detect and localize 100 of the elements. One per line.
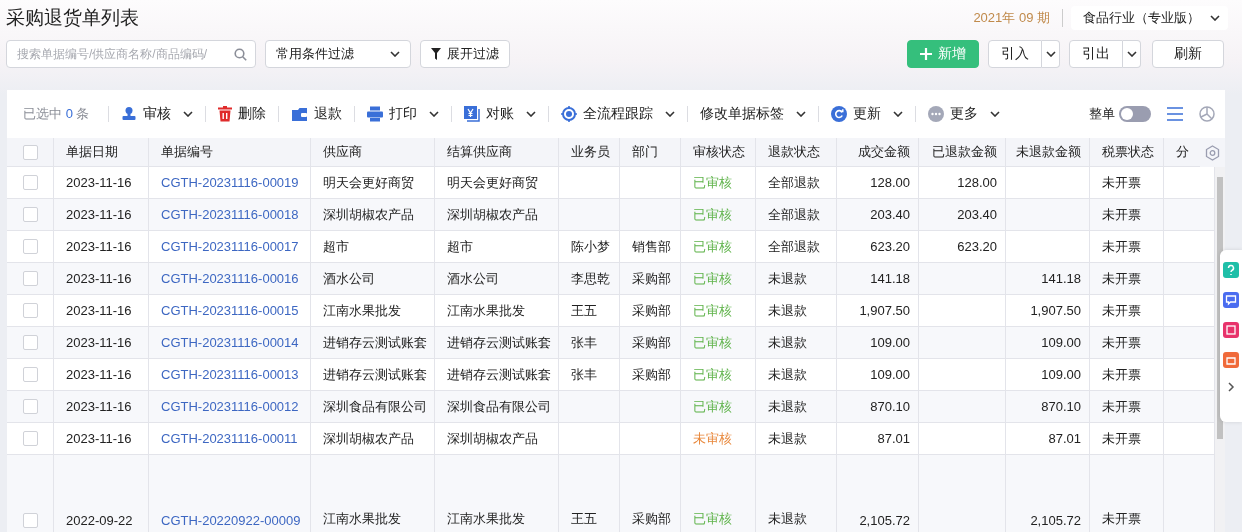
search-icon — [234, 47, 247, 61]
table-cell: 进销存云测试账套 — [447, 365, 551, 384]
toolbar-button[interactable]: 对账 — [461, 105, 540, 123]
table-cell: 128.00 — [957, 175, 997, 190]
table-cell: 超市 — [447, 237, 473, 256]
table-cell: 全部退款 — [768, 173, 820, 192]
audit-status: 已审核 — [693, 205, 732, 224]
order-number-link[interactable]: CGTH-20231116-00019 — [161, 175, 299, 190]
toolbar-button[interactable]: 更多 — [925, 105, 1004, 123]
printer-icon — [367, 106, 384, 122]
toolbar-button[interactable]: 退款 — [288, 105, 346, 123]
help-icon[interactable] — [1223, 262, 1239, 278]
table-cell: 870.10 — [1041, 399, 1081, 414]
audit-status: 已审核 — [693, 269, 732, 288]
list-view-icon[interactable] — [1167, 107, 1183, 121]
order-number-link[interactable]: CGTH-20231116-00011 — [161, 431, 298, 446]
refresh-button[interactable]: 刷新 — [1152, 40, 1224, 68]
table-cell: 采购部 — [632, 301, 671, 320]
table-cell: 深圳胡椒农产品 — [323, 205, 414, 224]
table-cell: 深圳胡椒农产品 — [447, 205, 538, 224]
table-cell: 623.20 — [870, 239, 910, 254]
expand-filter-button[interactable]: 展开过滤 — [420, 40, 510, 68]
pie-chart-icon[interactable] — [1199, 106, 1215, 122]
organization-select[interactable]: 食品行业（专业版） — [1071, 6, 1228, 30]
table-cell: 深圳食品有限公司 — [323, 397, 427, 416]
table-cell: 未退款 — [768, 429, 807, 448]
table-cell: 酒水公司 — [447, 269, 499, 288]
filter-icon — [431, 48, 441, 60]
order-number-link[interactable]: CGTH-20220922-00009 — [161, 513, 301, 528]
selection-count: 已选中 0 条 — [23, 105, 91, 123]
toolbar-button[interactable]: 审核 — [118, 105, 197, 123]
table-cell: 未开票 — [1102, 333, 1141, 352]
row-checkbox[interactable] — [22, 303, 38, 318]
filter-select[interactable]: 常用条件过滤 — [265, 40, 411, 68]
row-checkbox[interactable] — [22, 513, 38, 528]
wallet-icon — [291, 106, 309, 122]
table-cell: 未开票 — [1102, 301, 1141, 320]
table-cell: 超市 — [323, 237, 349, 256]
table-cell: 未退款 — [768, 269, 807, 288]
row-checkbox[interactable] — [22, 335, 38, 350]
order-number-link[interactable]: CGTH-20231116-00017 — [161, 239, 299, 254]
table-cell: 明天会更好商贸 — [447, 173, 538, 192]
toolbar-button[interactable]: 打印 — [364, 105, 443, 123]
table-cell: 2023-11-16 — [66, 367, 132, 382]
select-all-checkbox[interactable] — [22, 144, 38, 160]
more-icon — [928, 106, 945, 122]
toolbar-button[interactable]: 全流程跟踪 — [558, 105, 679, 123]
table-cell: 未开票 — [1102, 365, 1141, 384]
order-number-link[interactable]: CGTH-20231116-00015 — [161, 303, 299, 318]
row-checkbox[interactable] — [22, 207, 38, 222]
column-header: 已退款金额 — [919, 138, 1006, 167]
settings-icon[interactable] — [1205, 144, 1220, 161]
table-cell: 141.18 — [870, 271, 910, 286]
table-cell: 未开票 — [1102, 237, 1141, 256]
row-checkbox[interactable] — [22, 399, 38, 414]
table-cell: 109.00 — [1041, 367, 1081, 382]
row-checkbox[interactable] — [22, 431, 38, 446]
table-cell: 2023-11-16 — [66, 207, 132, 222]
order-number-link[interactable]: CGTH-20231116-00014 — [161, 335, 299, 350]
table-cell: 深圳胡椒农产品 — [323, 429, 414, 448]
row-checkbox[interactable] — [22, 367, 38, 382]
action-button[interactable]: 引入 — [988, 40, 1042, 68]
table-cell: 2023-11-16 — [66, 431, 132, 446]
table-cell: 870.10 — [870, 399, 910, 414]
chevron-right-icon[interactable] — [1227, 382, 1235, 392]
column-header: 单据日期 — [54, 138, 149, 167]
chat-icon[interactable] — [1223, 292, 1239, 308]
caret-icon — [1210, 15, 1220, 21]
row-checkbox[interactable] — [22, 175, 38, 190]
order-number-link[interactable]: CGTH-20231116-00016 — [161, 271, 299, 286]
audit-status: 已审核 — [693, 510, 732, 528]
order-number-link[interactable]: CGTH-20231116-00012 — [161, 399, 299, 414]
table-cell: 未退款 — [768, 365, 807, 384]
table-cell: 未开票 — [1102, 510, 1141, 528]
table-cell: 酒水公司 — [323, 269, 375, 288]
action-button[interactable]: 引出 — [1069, 40, 1123, 68]
whole-order-toggle[interactable] — [1119, 106, 1151, 122]
table-cell: 全部退款 — [768, 237, 820, 256]
column-header: 退款状态 — [756, 138, 837, 167]
table-cell: 王五 — [571, 510, 597, 528]
trash-icon — [218, 106, 233, 122]
order-number-link[interactable]: CGTH-20231116-00013 — [161, 367, 299, 382]
row-checkbox[interactable] — [22, 239, 38, 254]
table-cell: 203.40 — [957, 207, 997, 222]
toolbar-button[interactable]: 更新 — [828, 105, 907, 123]
table-cell: 采购部 — [632, 510, 671, 528]
row-checkbox[interactable] — [22, 271, 38, 286]
search-field[interactable]: 搜索单据编号/供应商名称/商品编码/ — [6, 40, 256, 68]
table-cell: 2023-11-16 — [66, 303, 132, 318]
column-header: 未退款金额 — [1006, 138, 1090, 167]
table-cell: 张丰 — [571, 365, 597, 384]
table-cell: 张丰 — [571, 333, 597, 352]
toolbar-button[interactable]: 删除 — [215, 105, 270, 123]
table-cell: 明天会更好商贸 — [323, 173, 414, 192]
toolbar-button[interactable]: 修改单据标签 — [697, 105, 810, 123]
dropdown-button[interactable] — [1123, 40, 1141, 68]
table-cell: 进销存云测试账套 — [323, 333, 427, 352]
order-number-link[interactable]: CGTH-20231116-00018 — [161, 207, 299, 222]
dropdown-button[interactable] — [1042, 40, 1060, 68]
table-cell: 进销存云测试账套 — [447, 333, 551, 352]
